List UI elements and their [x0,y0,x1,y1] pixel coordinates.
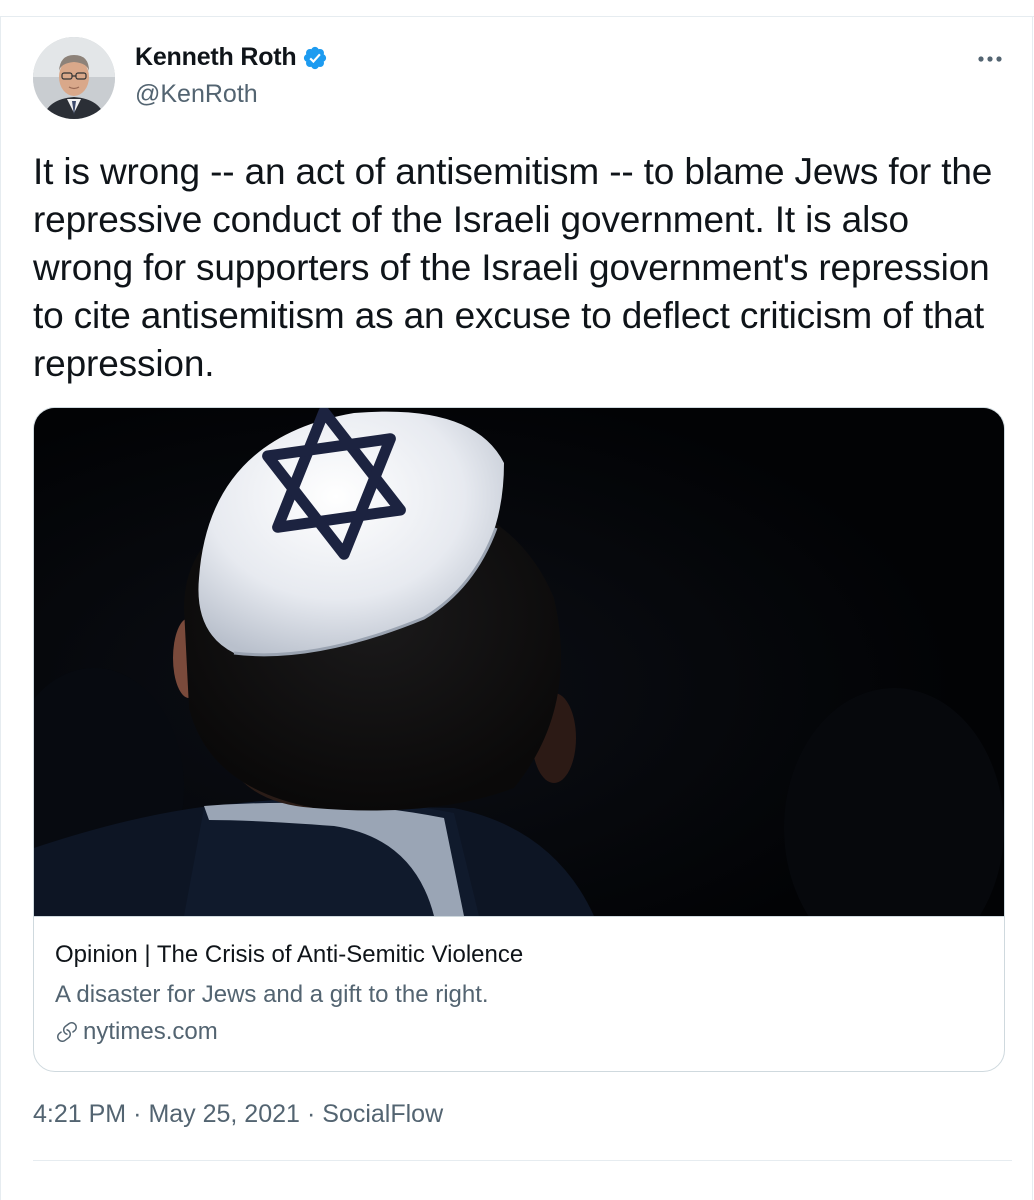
tweet-time[interactable]: 4:21 PM [33,1100,126,1129]
avatar-photo [33,37,115,119]
left-divider [0,16,1,1200]
tweet-source[interactable]: SocialFlow [322,1100,443,1129]
tweet-text: It is wrong -- an act of antisemitism --… [33,151,993,384]
author-avatar[interactable] [33,37,115,119]
meta-separator: · [133,1100,142,1128]
author-display-name[interactable]: Kenneth Roth [135,43,297,72]
author-name-row[interactable]: Kenneth Roth [135,43,328,72]
meta-divider [33,1160,1012,1161]
link-card-domain-row: nytimes.com [55,1018,218,1046]
tweet-meta-row: 4:21 PM · May 25, 2021 · SocialFlow [33,1100,443,1129]
verified-badge-icon [302,45,328,71]
more-icon [978,56,1002,62]
link-card-divider [34,916,1004,917]
link-card-description: A disaster for Jews and a gift to the ri… [55,981,489,1008]
link-icon [55,1020,79,1044]
meta-separator: · [306,1100,316,1128]
link-card[interactable]: Opinion | The Crisis of Anti-Semitic Vio… [33,407,1005,1072]
tweet-detail-page: Kenneth Roth @KenRoth It is wrong -- an … [0,0,1034,1200]
more-options-button[interactable] [968,44,1012,74]
link-card-domain: nytimes.com [83,1018,218,1045]
author-handle[interactable]: @KenRoth [135,80,258,109]
kippah-star-of-david-photo [34,408,1004,916]
link-card-image[interactable] [34,408,1004,916]
top-divider [0,16,1034,17]
right-divider [1032,16,1033,1200]
tweet-date[interactable]: May 25, 2021 [148,1100,300,1129]
link-card-title[interactable]: Opinion | The Crisis of Anti-Semitic Vio… [55,941,523,969]
